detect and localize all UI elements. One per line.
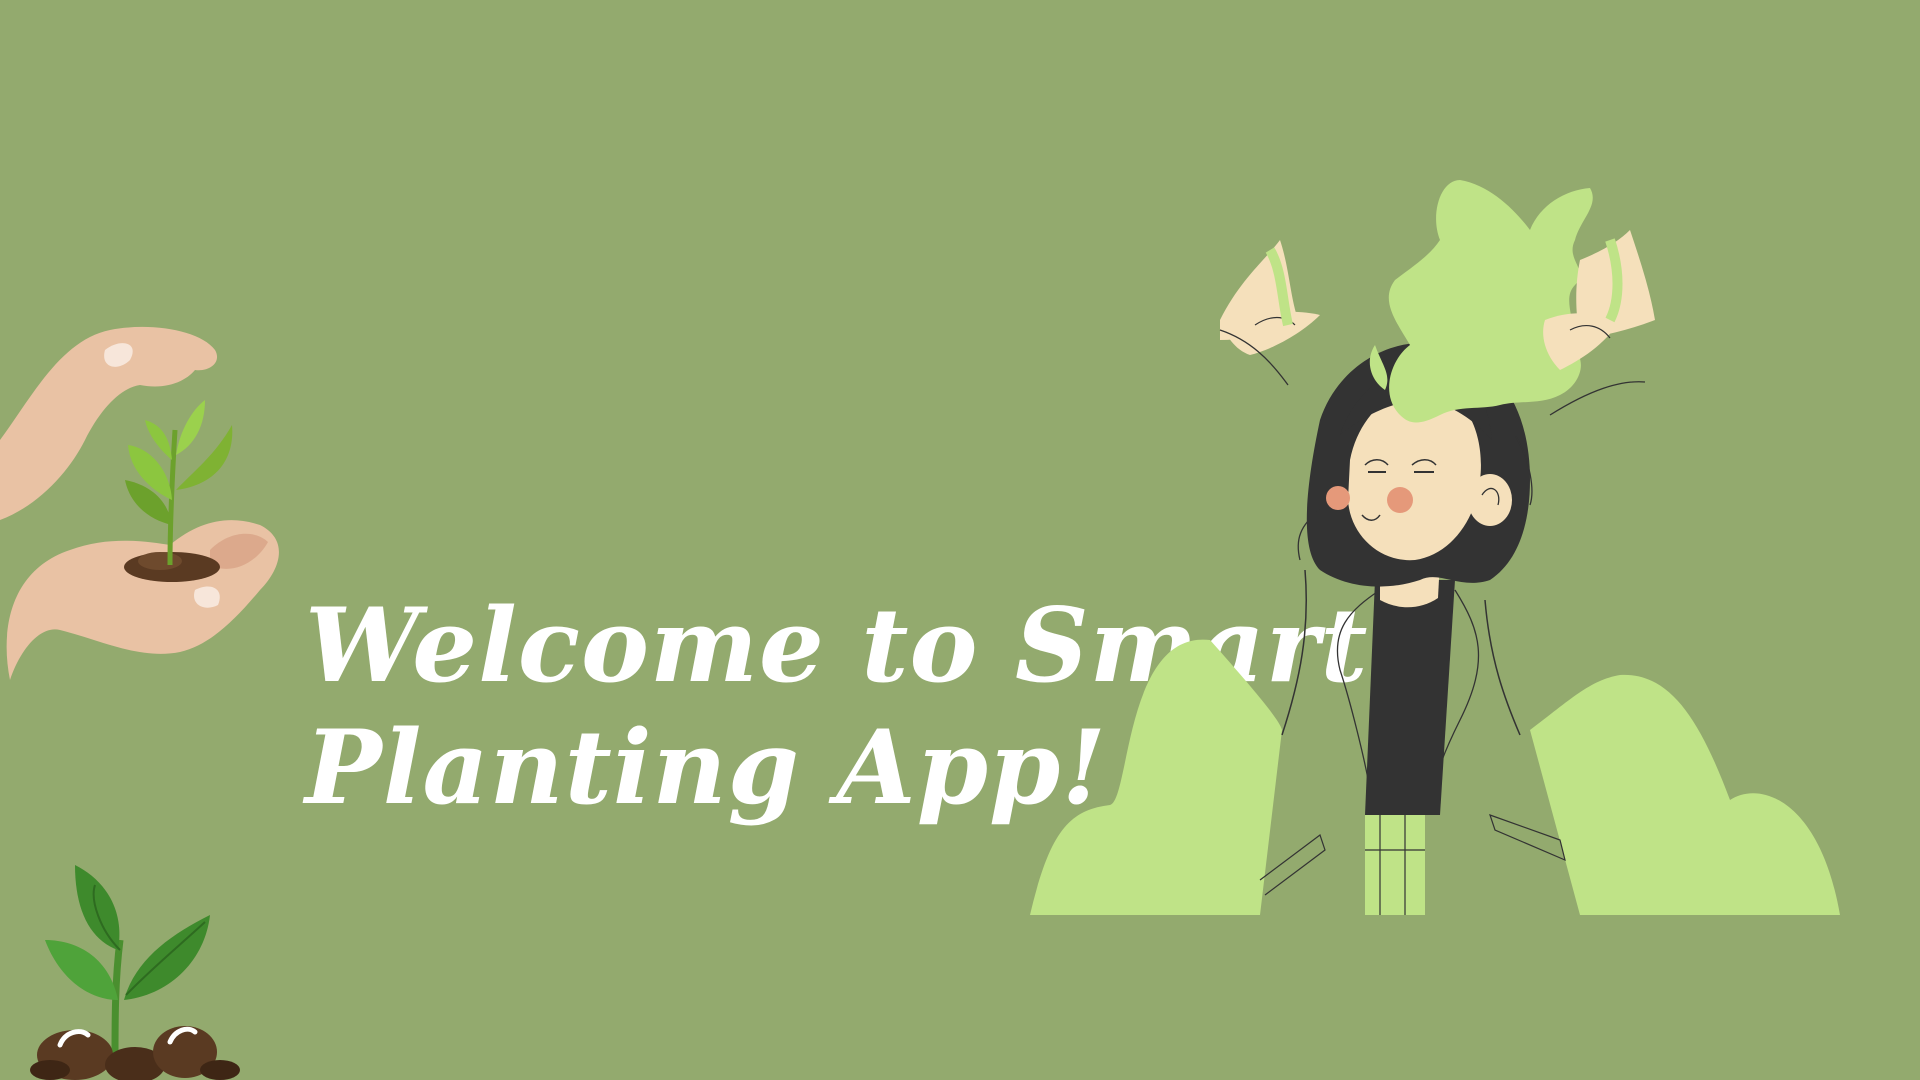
hands-seedling-illustration bbox=[0, 320, 300, 680]
welcome-title: Welcome to Smart Planting App! bbox=[305, 585, 1369, 829]
sprout-illustration bbox=[20, 860, 250, 1080]
girl-plant-illustration bbox=[1020, 160, 1870, 920]
welcome-title-line-1: Welcome to Smart bbox=[305, 586, 1369, 706]
welcome-title-line-2: Planting App! bbox=[305, 708, 1108, 828]
welcome-slide: Welcome to Smart Planting App! bbox=[0, 0, 1920, 1080]
